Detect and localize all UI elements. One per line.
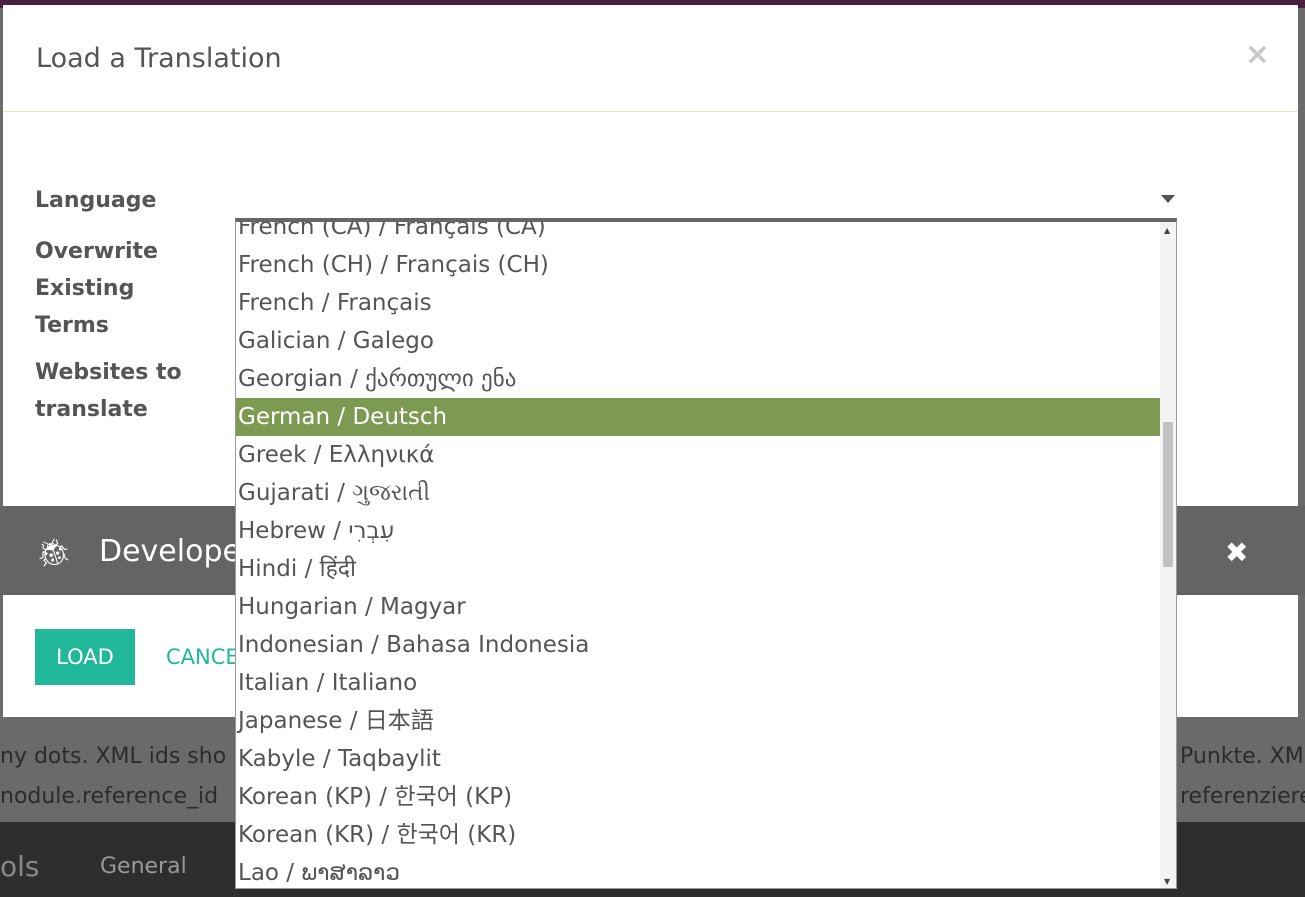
dropdown-option[interactable]: Gujarati / ગુજરાતી [236,474,1160,512]
language-dropdown-list[interactable]: French (CA) / Français (CA) French (CH) /… [235,218,1177,889]
bg-text: ny dots. XML ids sho [0,744,227,769]
scroll-down-icon[interactable]: ▼ [1164,877,1170,886]
dropdown-option[interactable]: Kabyle / Taqbaylit [236,740,1160,778]
dropdown-option[interactable]: French / Français [236,284,1160,322]
scroll-up-icon[interactable]: ▲ [1164,226,1170,235]
websites-label: Websites to translate [35,360,182,422]
scrollbar-thumb[interactable] [1163,422,1173,567]
dropdown-option[interactable]: Korean (KR) / 한국어 (KR) [236,816,1160,854]
close-icon[interactable]: ✖ [1225,536,1248,569]
close-icon[interactable]: × [1245,37,1270,72]
dropdown-option[interactable]: Lao / ພາສາລາວ [236,854,1160,888]
dropdown-option[interactable]: French (CA) / Français (CA) [236,222,1160,246]
dropdown-option[interactable]: Indonesian / Bahasa Indonesia [236,626,1160,664]
language-label: Language [35,188,157,213]
dropdown-option[interactable]: Japanese / 日本語 [236,702,1160,740]
bug-icon: 🐞︎ [36,536,72,569]
chevron-down-icon[interactable] [1161,195,1175,203]
bg-text: referenziere [1180,784,1305,809]
dropdown-option[interactable]: Greek / Ελληνικά [236,436,1160,474]
bg-text: Punkte. XM [1180,744,1304,769]
dropdown-option[interactable]: Korean (KP) / 한국어 (KP) [236,778,1160,816]
dropdown-option[interactable]: Georgian / ქართული ენა [236,360,1160,398]
dropdown-option[interactable]: Galician / Galego [236,322,1160,360]
dropdown-option[interactable]: Hungarian / Magyar [236,588,1160,626]
load-button[interactable]: LOAD [35,629,135,685]
bg-text: nodule.reference_id [0,784,219,809]
options-list: French (CA) / Français (CA) French (CH) /… [236,222,1160,888]
dropdown-option[interactable]: French (CH) / Français (CH) [236,246,1160,284]
scrollbar[interactable]: ▲ ▼ [1160,222,1176,888]
divider [3,111,1298,112]
dropdown-option[interactable]: German / Deutsch [236,398,1160,436]
dropdown-option[interactable]: Hindi / हिंदी [236,550,1160,588]
app-title: ols [0,850,40,883]
dropdown-option[interactable]: Hebrew / עִבְרִי [236,512,1160,550]
dialog-title: Load a Translation [36,43,282,74]
overwrite-label: Overwrite Existing Terms [35,239,158,338]
tab-general[interactable]: General [100,854,187,879]
dropdown-option[interactable]: Italian / Italiano [236,664,1160,702]
